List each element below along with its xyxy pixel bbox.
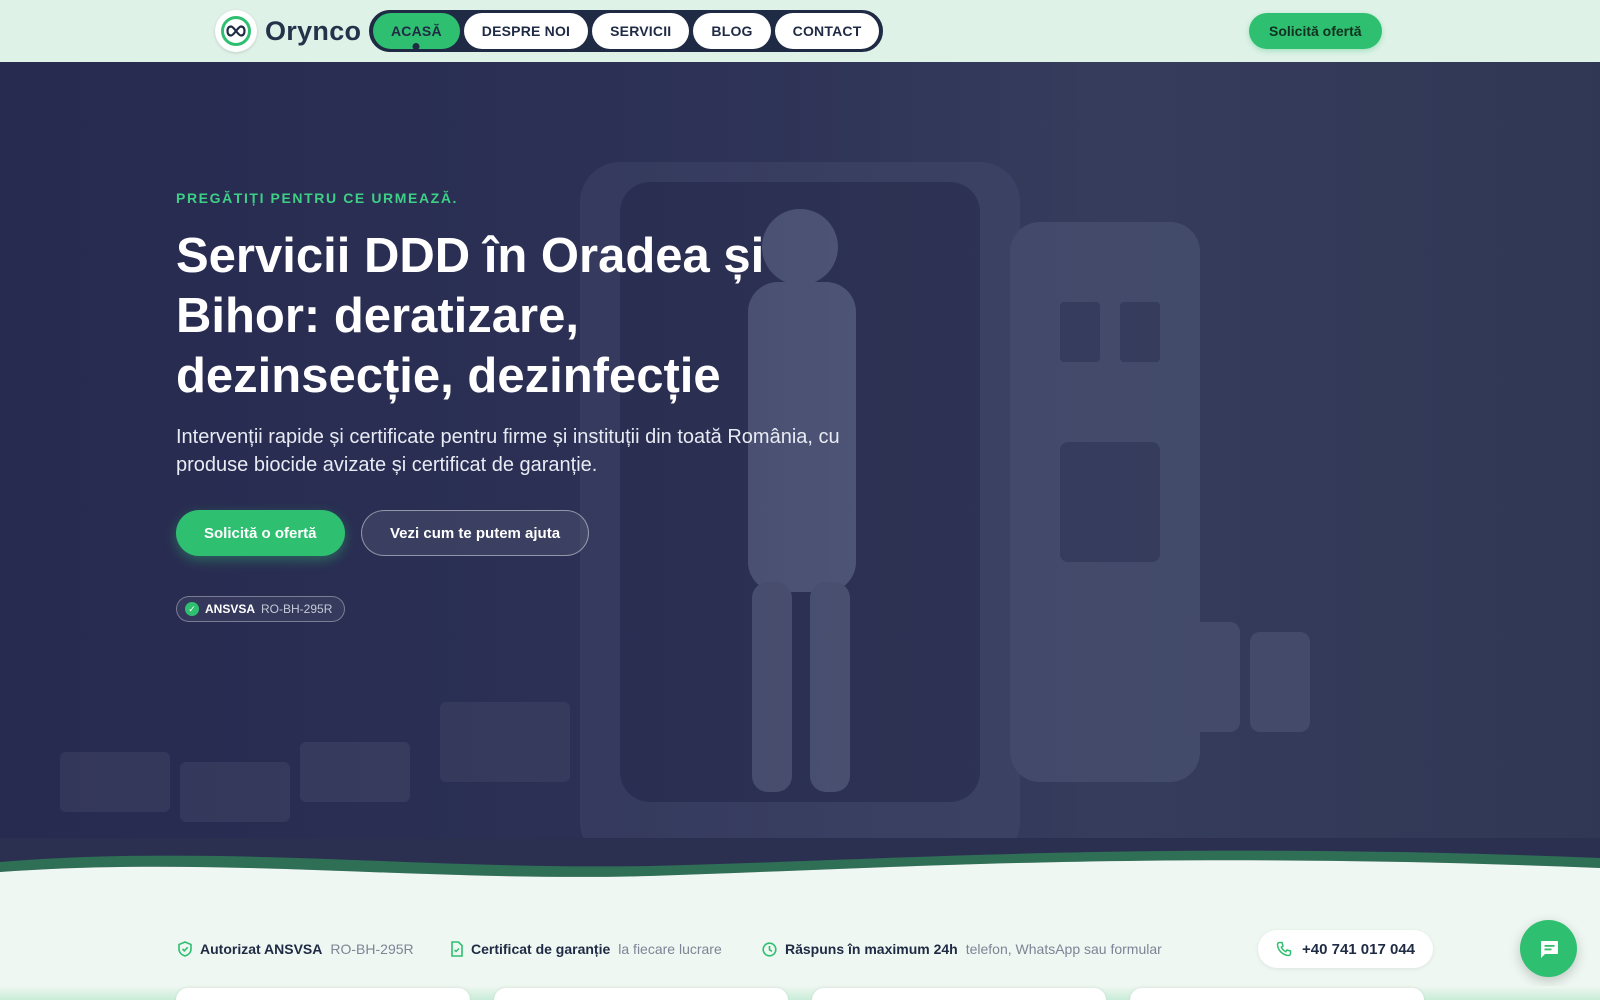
nav-item-acasa[interactable]: ACASĂ	[373, 13, 460, 50]
trust-muted: telefon, WhatsApp sau formular	[965, 941, 1162, 957]
service-card[interactable]	[176, 988, 470, 1000]
shield-icon	[178, 941, 192, 957]
service-card[interactable]	[812, 988, 1106, 1000]
nav-label: DESPRE NOI	[481, 23, 571, 39]
hero-subtitle: Intervenții rapide și certificate pentru…	[176, 426, 840, 476]
active-indicator	[412, 43, 420, 50]
trust-strong: Răspuns în maximum 24h	[785, 941, 958, 957]
phone-icon	[1276, 941, 1292, 957]
ansvsa-badge: ✓ ANSVSA RO-BH-295R	[176, 596, 346, 622]
phone-number: +40 741 017 044	[1302, 940, 1416, 958]
see-how-we-help-button[interactable]: Vezi cum te putem ajuta	[361, 510, 590, 556]
trust-muted: la fiecare lucrare	[618, 941, 722, 957]
main-navigation: ACASĂ DESPRE NOI SERVICII BLOG CONTACT	[369, 10, 884, 52]
check-badge-icon: ✓	[185, 602, 199, 616]
chat-widget-button[interactable]	[1520, 920, 1577, 977]
hero-eyebrow: PREGĂTIȚI PENTRU CE URMEAZĂ.	[176, 190, 459, 206]
badge-authority: ANSVSA	[205, 602, 256, 616]
document-icon	[451, 941, 463, 957]
trust-item-ansvsa: Autorizat ANSVSA RO-BH-295R	[178, 941, 414, 957]
service-card[interactable]	[494, 988, 788, 1000]
trust-strong: Autorizat ANSVSA	[200, 941, 323, 957]
nav-label: SERVICII	[610, 23, 672, 39]
clock-icon	[762, 941, 777, 957]
service-card[interactable]	[1130, 988, 1424, 1000]
nav-label: BLOG	[711, 23, 753, 39]
brand-name: Orynco	[265, 15, 362, 46]
nav-label: ACASĂ	[391, 23, 442, 39]
nav-item-blog[interactable]: BLOG	[693, 13, 771, 49]
hero-wave-divider	[0, 838, 1600, 888]
trust-item-guarantee: Certificat de garanție la fiecare lucrar…	[450, 941, 722, 957]
nav-label: CONTACT	[792, 23, 862, 39]
badge-code: RO-BH-295R	[261, 602, 333, 616]
hero-title: Servicii DDD în Oradea și Bihor: deratiz…	[176, 229, 765, 403]
trust-muted: RO-BH-295R	[330, 941, 414, 957]
chat-bubble-icon	[1540, 940, 1558, 958]
brand-logo[interactable]: Orynco	[215, 10, 361, 52]
request-offer-button[interactable]: Solicită o ofertă	[176, 510, 345, 556]
nav-item-despre-noi[interactable]: DESPRE NOI	[463, 13, 589, 49]
request-offer-header-button[interactable]: Solicită ofertă	[1249, 13, 1382, 49]
trust-strong: Certificat de garanție	[471, 941, 611, 957]
phone-button[interactable]: +40 741 017 044	[1258, 930, 1434, 968]
infinity-icon	[215, 10, 257, 52]
nav-item-contact[interactable]: CONTACT	[774, 13, 880, 49]
nav-item-servicii[interactable]: SERVICII	[592, 13, 690, 49]
trust-item-response: Răspuns în maximum 24h telefon, WhatsApp…	[762, 941, 1162, 957]
